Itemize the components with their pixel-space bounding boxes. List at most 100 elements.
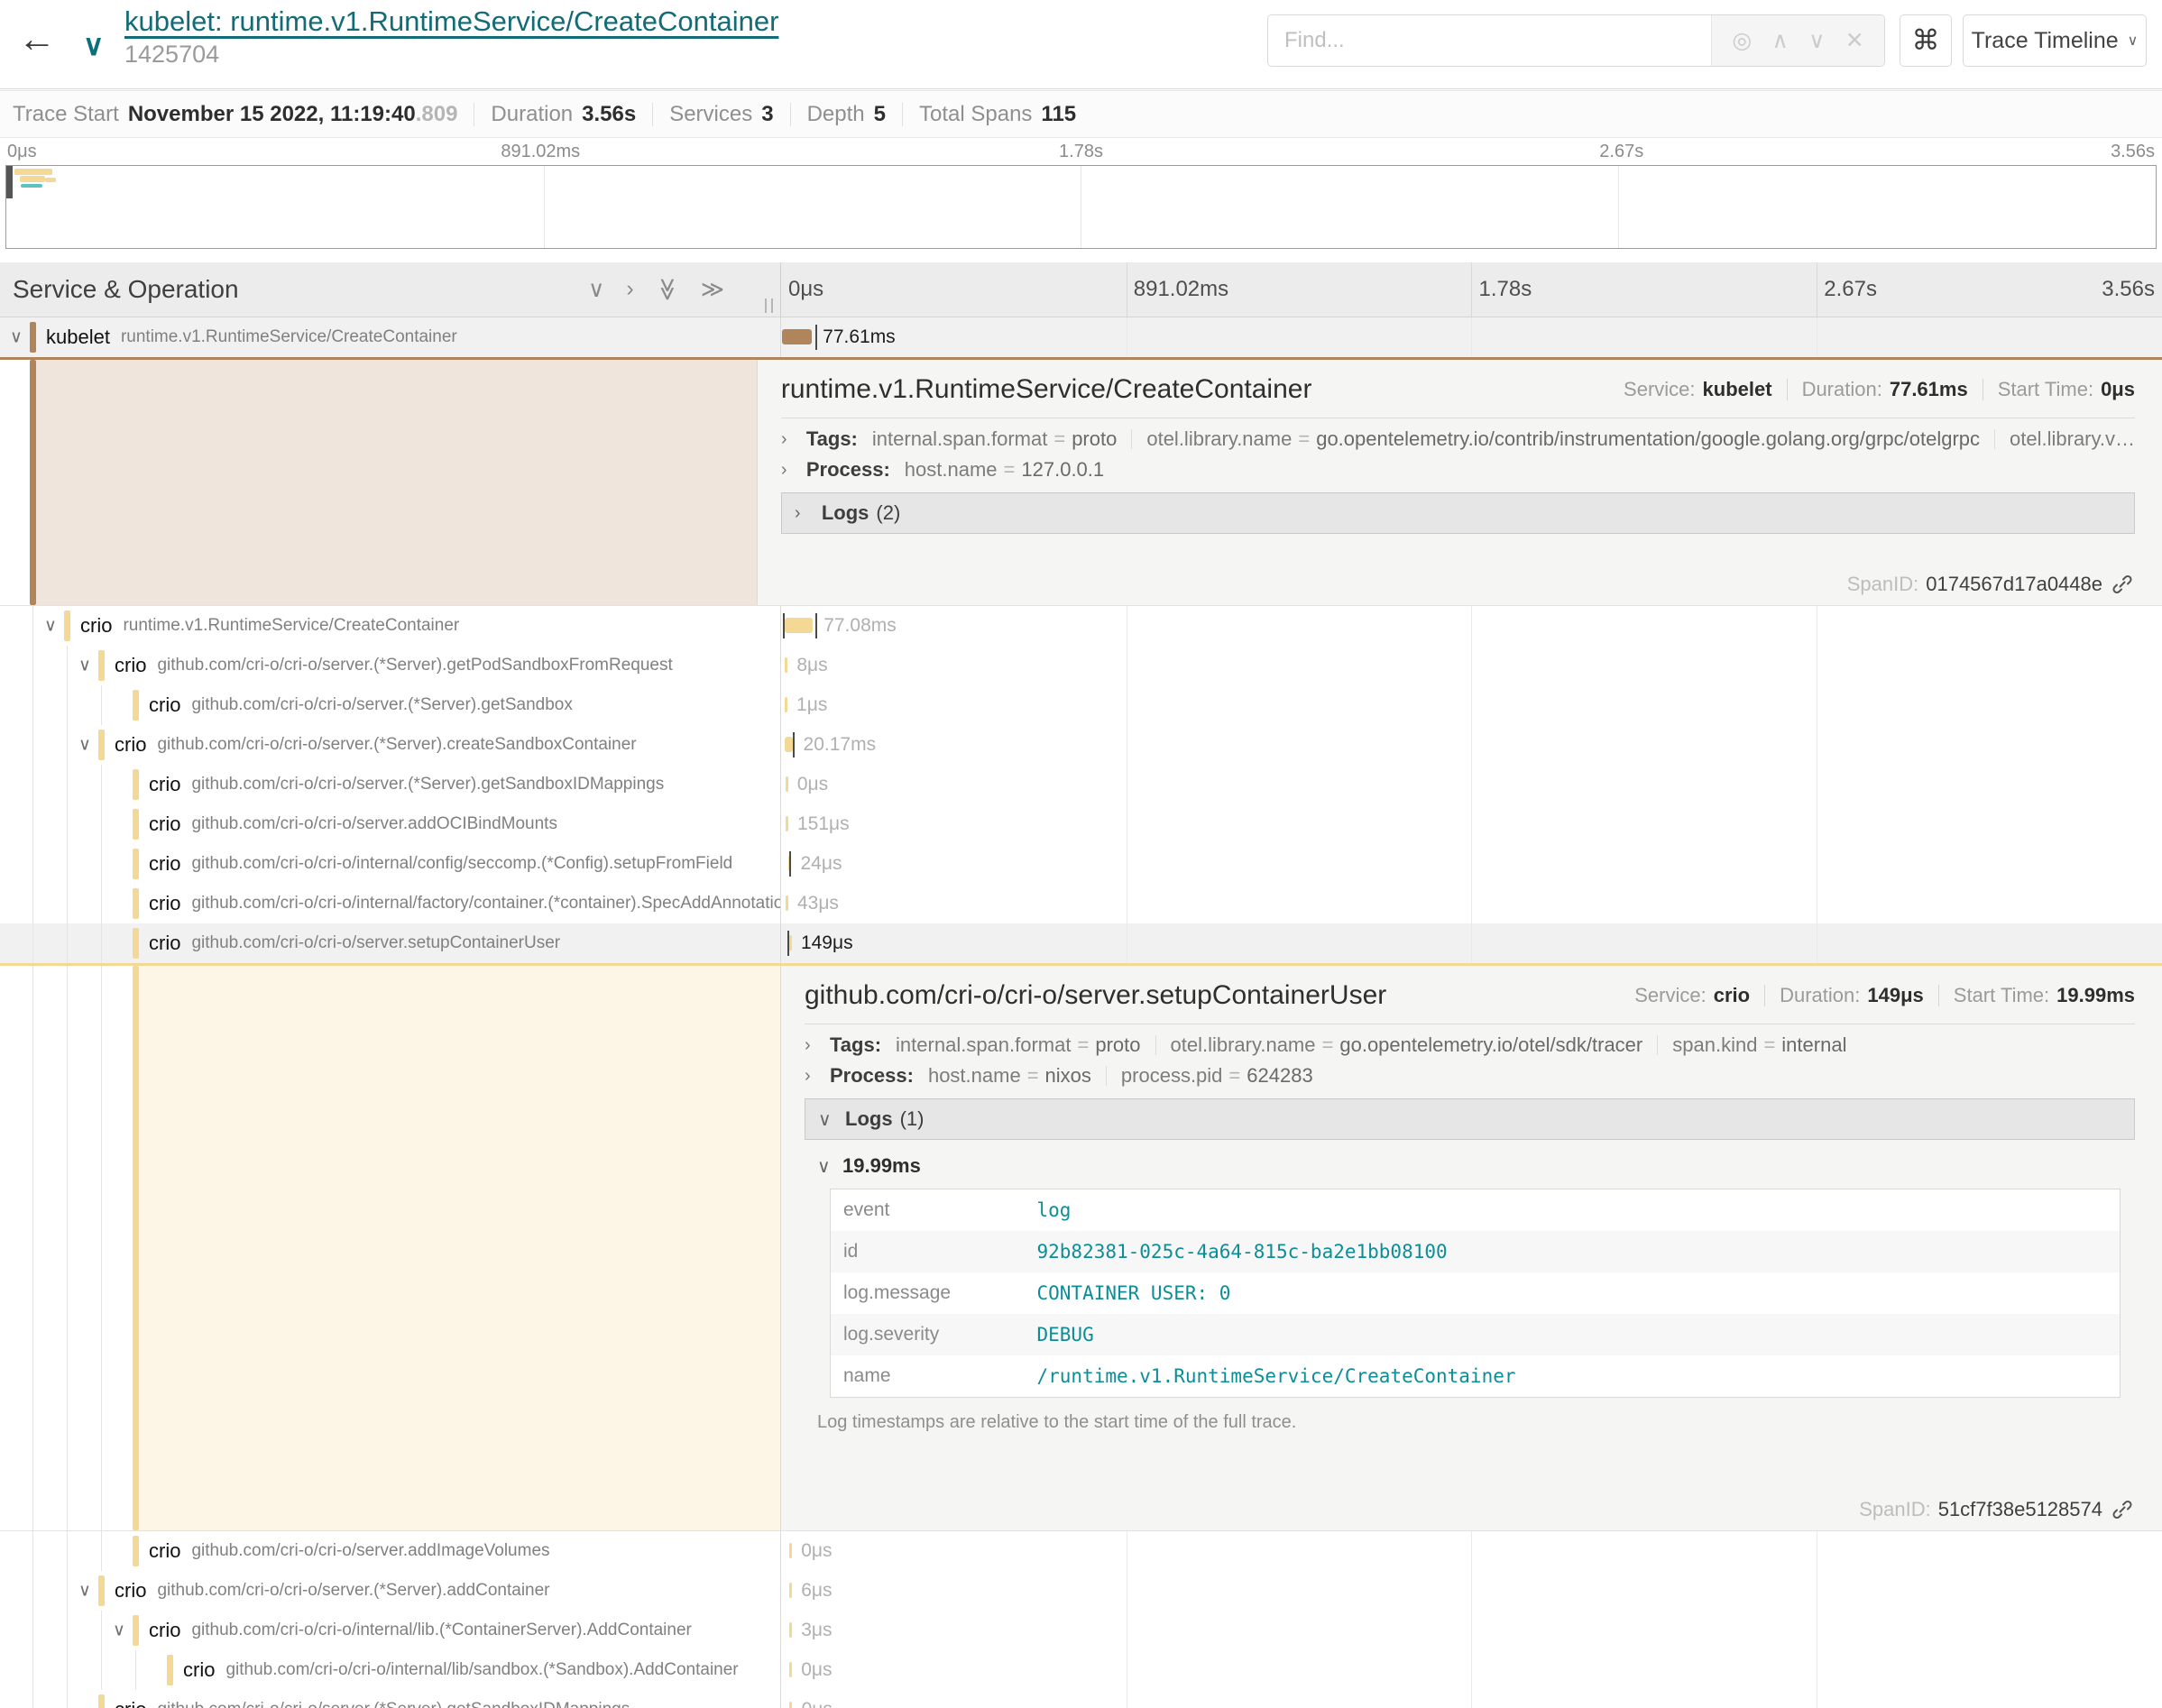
prev-match-icon[interactable]: ∧ <box>1771 27 1788 54</box>
span-bar[interactable] <box>789 1622 792 1638</box>
deep-link-icon[interactable] <box>2111 574 2133 595</box>
span-name-cell[interactable]: criogithub.com/cri-o/cri-o/internal/fact… <box>0 884 780 923</box>
span-row[interactable]: ∨criogithub.com/cri-o/cri-o/server.(*Ser… <box>0 725 2162 765</box>
deep-link-icon[interactable] <box>2111 1499 2133 1520</box>
process-section[interactable]: ›Process:host.name=nixosprocess.pid=6242… <box>805 1064 2135 1088</box>
span-timeline-cell[interactable]: 3μs <box>780 1611 2162 1650</box>
span-row[interactable]: ∨kubeletruntime.v1.RuntimeService/Create… <box>0 317 2162 357</box>
span-row[interactable]: criogithub.com/cri-o/cri-o/server.setupC… <box>0 923 2162 963</box>
trace-title-link[interactable]: kubelet: runtime.v1.RuntimeService/Creat… <box>124 5 778 38</box>
span-bar[interactable] <box>782 329 812 344</box>
view-selector-button[interactable]: Trace Timeline ∨ <box>1963 14 2147 67</box>
tag-value: go.opentelemetry.io/otel/sdk/tracer <box>1339 1033 1642 1057</box>
span-name-cell[interactable]: criogithub.com/cri-o/cri-o/server.setupC… <box>0 923 780 963</box>
span-timeline-cell[interactable]: 43μs <box>780 884 2162 923</box>
span-collapse-chevron-icon[interactable]: ∨ <box>78 656 91 676</box>
span-bar[interactable] <box>785 737 793 752</box>
collapse-all-icon[interactable]: ≫ <box>654 278 681 301</box>
back-arrow-icon[interactable]: ← <box>18 20 56 58</box>
tag-item: process.pid=624283 <box>1121 1064 1313 1088</box>
clear-find-icon[interactable]: ✕ <box>1845 27 1864 54</box>
summary-value: November 15 2022, 11:19:40 <box>128 102 416 127</box>
span-timeline-cell[interactable]: 149μs <box>780 923 2162 963</box>
minimap[interactable] <box>5 165 2157 249</box>
span-timeline-cell[interactable]: 24μs <box>780 844 2162 884</box>
span-bar[interactable] <box>785 657 787 673</box>
logs-toggle[interactable]: ∨Logs(1) <box>805 1098 2135 1140</box>
span-timeline-cell[interactable]: 77.08ms <box>780 606 2162 646</box>
find-input[interactable] <box>1268 15 1711 66</box>
keyboard-shortcuts-button[interactable]: ⌘ <box>1900 14 1952 67</box>
span-row[interactable]: criogithub.com/cri-o/cri-o/server.(*Serv… <box>0 765 2162 804</box>
span-row[interactable]: criogithub.com/cri-o/cri-o/internal/conf… <box>0 844 2162 884</box>
span-timeline-cell[interactable]: 0μs <box>780 1650 2162 1690</box>
log-entry-toggle[interactable]: ∨19.99ms <box>817 1154 2135 1178</box>
span-collapse-chevron-icon[interactable]: ∨ <box>78 735 91 756</box>
span-timeline-cell[interactable]: 6μs <box>780 1571 2162 1611</box>
span-bar[interactable] <box>789 1702 792 1708</box>
span-timeline-cell[interactable]: 151μs <box>780 804 2162 844</box>
span-name-cell[interactable]: criogithub.com/cri-o/cri-o/server.(*Serv… <box>0 765 780 804</box>
span-bar[interactable] <box>789 1662 792 1677</box>
span-bar[interactable] <box>789 1543 792 1558</box>
span-timeline-cell[interactable]: 0μs <box>780 1531 2162 1571</box>
logs-toggle[interactable]: ›Logs(2) <box>781 492 2135 534</box>
tags-section[interactable]: ›Tags:internal.span.format=protootel.lib… <box>805 1033 2135 1057</box>
span-name-cell[interactable]: criogithub.com/cri-o/cri-o/server.(*Serv… <box>0 685 780 725</box>
depth-guide-line <box>32 725 33 765</box>
span-name-cell[interactable]: ∨criogithub.com/cri-o/cri-o/internal/lib… <box>0 1611 780 1650</box>
span-row[interactable]: ∨criogithub.com/cri-o/cri-o/server.(*Ser… <box>0 646 2162 685</box>
span-row[interactable]: criogithub.com/cri-o/cri-o/server.(*Serv… <box>0 1690 2162 1708</box>
span-bar[interactable] <box>786 816 788 831</box>
span-name-cell[interactable]: criogithub.com/cri-o/cri-o/internal/conf… <box>0 844 780 884</box>
tag-item: otel.library.name=go.opentelemetry.io/co… <box>1146 427 1980 451</box>
span-timeline-cell[interactable]: 8μs <box>780 646 2162 685</box>
span-bar[interactable] <box>789 1583 792 1598</box>
span-collapse-chevron-icon[interactable]: ∨ <box>44 616 57 637</box>
span-bar[interactable] <box>786 895 788 911</box>
log-field-value: DEBUG <box>1025 1314 2121 1355</box>
span-name-cell[interactable]: criogithub.com/cri-o/cri-o/server.(*Serv… <box>0 1690 780 1708</box>
depth-guide-line <box>67 804 68 844</box>
tags-section[interactable]: ›Tags:internal.span.format=protootel.lib… <box>781 427 2135 451</box>
span-name-cell[interactable]: ∨criogithub.com/cri-o/cri-o/server.(*Ser… <box>0 1571 780 1611</box>
span-timeline-cell[interactable]: 20.17ms <box>780 725 2162 765</box>
next-match-icon[interactable]: ∨ <box>1808 27 1825 54</box>
span-timeline-cell[interactable]: 77.61ms <box>780 317 2162 357</box>
span-name-cell[interactable]: criogithub.com/cri-o/cri-o/server.addOCI… <box>0 804 780 844</box>
span-detail-title-row: github.com/cri-o/cri-o/server.setupConta… <box>805 980 2135 1011</box>
column-resize-grip[interactable] <box>765 298 773 313</box>
span-name-cell[interactable]: criogithub.com/cri-o/cri-o/server.addIma… <box>0 1531 780 1571</box>
span-name-cell[interactable]: ∨crioruntime.v1.RuntimeService/CreateCon… <box>0 606 780 646</box>
span-row[interactable]: criogithub.com/cri-o/cri-o/server.(*Serv… <box>0 685 2162 725</box>
locate-icon[interactable]: ◎ <box>1732 27 1752 54</box>
command-icon: ⌘ <box>1912 24 1940 57</box>
span-bar[interactable] <box>785 618 813 633</box>
minimap-scrubber-handle[interactable] <box>6 166 13 198</box>
span-bar[interactable] <box>786 776 788 792</box>
span-row[interactable]: criogithub.com/cri-o/cri-o/internal/lib/… <box>0 1650 2162 1690</box>
span-row[interactable]: criogithub.com/cri-o/cri-o/internal/fact… <box>0 884 2162 923</box>
span-row[interactable]: ∨crioruntime.v1.RuntimeService/CreateCon… <box>0 606 2162 646</box>
operation-name: github.com/cri-o/cri-o/internal/factory/… <box>191 894 780 914</box>
expand-all-icon[interactable]: ≫ <box>701 276 724 303</box>
span-name-cell[interactable]: ∨kubeletruntime.v1.RuntimeService/Create… <box>0 317 780 357</box>
span-name-cell[interactable]: ∨criogithub.com/cri-o/cri-o/server.(*Ser… <box>0 646 780 685</box>
span-timeline-cell[interactable]: 1μs <box>780 685 2162 725</box>
span-collapse-chevron-icon[interactable]: ∨ <box>113 1621 125 1641</box>
span-timeline-cell[interactable]: 0μs <box>780 1690 2162 1708</box>
span-name-cell[interactable]: criogithub.com/cri-o/cri-o/internal/lib/… <box>0 1650 780 1690</box>
span-bar[interactable] <box>785 697 787 712</box>
span-row[interactable]: criogithub.com/cri-o/cri-o/server.addIma… <box>0 1531 2162 1571</box>
process-section[interactable]: ›Process:host.name=127.0.0.1 <box>781 458 2135 482</box>
span-collapse-chevron-icon[interactable]: ∨ <box>78 1581 91 1602</box>
span-row[interactable]: ∨criogithub.com/cri-o/cri-o/server.(*Ser… <box>0 1571 2162 1611</box>
expand-one-icon[interactable]: › <box>626 276 633 303</box>
span-timeline-cell[interactable]: 0μs <box>780 765 2162 804</box>
span-name-cell[interactable]: ∨criogithub.com/cri-o/cri-o/server.(*Ser… <box>0 725 780 765</box>
collapse-one-icon[interactable]: ∨ <box>588 276 604 303</box>
span-row[interactable]: ∨criogithub.com/cri-o/cri-o/internal/lib… <box>0 1611 2162 1650</box>
span-row[interactable]: criogithub.com/cri-o/cri-o/server.addOCI… <box>0 804 2162 844</box>
span-collapse-chevron-icon[interactable]: ∨ <box>10 327 23 348</box>
trace-expand-chevron-icon[interactable]: ∨ <box>83 31 104 60</box>
